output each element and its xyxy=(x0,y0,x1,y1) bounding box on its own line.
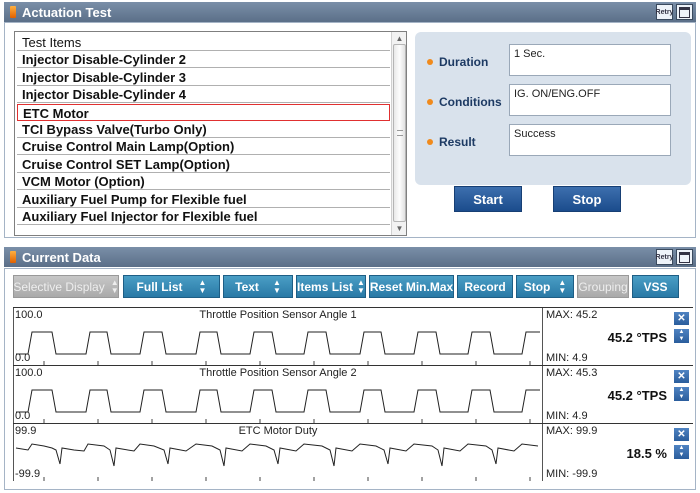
current-value: 18.5 % xyxy=(626,446,667,461)
spinner-icon: ▲ ▼ xyxy=(272,277,281,295)
test-items-list[interactable]: Test Items Injector Disable-Cylinder 2 I… xyxy=(14,31,407,236)
spinner-icon: ▲ ▼ xyxy=(357,277,365,295)
close-icon[interactable]: ✕ xyxy=(674,312,689,325)
duration-label: Duration xyxy=(427,55,488,69)
graph-area: 100.0 Throttle Position Sensor Angle 2 0… xyxy=(13,366,541,423)
graph-row-etc-duty: 99.9 ETC Motor Duty -99.9 MAX: 99.9 18.5… xyxy=(13,423,693,481)
min-value: MIN: 4.9 xyxy=(546,352,588,364)
scrollbar-thumb[interactable] xyxy=(393,44,406,222)
scroll-up-icon[interactable]: ▲ xyxy=(394,33,405,44)
current-data-panel: Selective Display ▲ ▼ Full List ▲ ▼ Text ▲ ▼ I… xyxy=(4,268,696,490)
graph-ymin: 0.0 xyxy=(15,352,31,364)
graph-title: Throttle Position Sensor Angle 2 xyxy=(199,367,357,379)
graph-area: 99.9 ETC Motor Duty -99.9 xyxy=(13,424,541,481)
updown-icon[interactable]: ▲ ▼ xyxy=(674,329,689,343)
list-item[interactable]: Injector Disable-Cylinder 4 xyxy=(17,86,390,104)
graph-title: ETC Motor Duty xyxy=(238,425,318,437)
conditions-label: Conditions xyxy=(427,95,502,109)
list-item[interactable]: Auxiliary Fuel Pump for Flexible fuel xyxy=(17,191,390,208)
current-value: 45.2 °TPS xyxy=(607,388,667,403)
reset-minmax-button[interactable]: Reset Min.Max xyxy=(369,275,454,298)
graph-side-panel: MAX: 99.9 18.5 % MIN: -99.9 ✕ ▲ ▼ xyxy=(542,424,693,481)
actuation-title-bar: Actuation Test Retry xyxy=(4,2,696,22)
graph-area: 100.0 Throttle Position Sensor Angle 1 0… xyxy=(13,308,541,365)
stop-button[interactable]: Stop xyxy=(553,186,621,212)
actuation-title: Actuation Test xyxy=(22,4,112,20)
text-button[interactable]: Text ▲ ▼ xyxy=(223,275,293,298)
graph-row-tps1: 100.0 Throttle Position Sensor Angle 1 0… xyxy=(13,307,693,365)
list-item[interactable]: Cruise Control Main Lamp(Option) xyxy=(17,138,390,156)
list-item[interactable]: TCI Bypass Valve(Turbo Only) xyxy=(17,121,390,138)
record-button[interactable]: Record xyxy=(457,275,513,298)
selective-display-button[interactable]: Selective Display ▲ ▼ xyxy=(13,275,119,298)
updown-icon[interactable]: ▲ ▼ xyxy=(674,387,689,401)
current-data-title-bar: Current Data Retry xyxy=(4,247,696,267)
items-list-button[interactable]: Items List ▲ ▼ xyxy=(296,275,366,298)
max-value: MAX: 45.3 xyxy=(546,367,598,379)
spinner-icon: ▲ ▼ xyxy=(110,277,119,295)
stop-data-button[interactable]: Stop ▲ ▼ xyxy=(516,275,574,298)
list-scrollbar[interactable]: ▲ ▼ xyxy=(391,32,406,235)
retry-label: Retry xyxy=(655,8,674,16)
graph-ymin: -99.9 xyxy=(15,468,41,480)
full-list-button[interactable]: Full List ▲ ▼ xyxy=(123,275,220,298)
panel-flag-icon xyxy=(10,6,16,18)
close-icon[interactable]: ✕ xyxy=(674,428,689,441)
list-item[interactable]: Auxiliary Fuel Injector for Flexible fue… xyxy=(17,208,390,225)
list-item[interactable]: Cruise Control SET Lamp(Option) xyxy=(17,156,390,173)
close-icon[interactable]: ✕ xyxy=(674,370,689,383)
graph-ymin: 0.0 xyxy=(15,410,31,422)
scroll-down-icon[interactable]: ▼ xyxy=(394,223,405,234)
graph-side-panel: MAX: 45.2 45.2 °TPS MIN: 4.9 ✕ ▲ ▼ xyxy=(542,308,693,365)
duration-value: 1 Sec. xyxy=(509,44,671,76)
graph-row-tps2: 100.0 Throttle Position Sensor Angle 2 0… xyxy=(13,365,693,423)
conditions-value: IG. ON/ENG.OFF xyxy=(509,84,671,116)
panel-flag-icon xyxy=(10,251,16,263)
bullet-icon xyxy=(427,99,433,105)
retry-icon[interactable]: Retry xyxy=(656,4,673,20)
maximize-icon[interactable] xyxy=(676,4,693,20)
bullet-icon xyxy=(427,59,433,65)
retry-label: Retry xyxy=(655,253,674,261)
grouping-button[interactable]: Grouping xyxy=(577,275,629,298)
graph-title: Throttle Position Sensor Angle 1 xyxy=(199,309,357,321)
actuation-panel: Test Items Injector Disable-Cylinder 2 I… xyxy=(4,22,696,238)
min-value: MIN: 4.9 xyxy=(546,410,588,422)
status-box: Duration 1 Sec. Conditions IG. ON/ENG.OF… xyxy=(415,32,691,185)
list-item[interactable]: VCM Motor (Option) xyxy=(17,173,390,191)
current-value: 45.2 °TPS xyxy=(607,330,667,345)
list-header: Test Items xyxy=(17,34,390,51)
graph-side-panel: MAX: 45.3 45.2 °TPS MIN: 4.9 ✕ ▲ ▼ xyxy=(542,366,693,423)
updown-icon[interactable]: ▲ ▼ xyxy=(674,445,689,459)
list-item-selected[interactable]: ETC Motor xyxy=(17,103,390,121)
start-button[interactable]: Start xyxy=(454,186,522,212)
min-value: MIN: -99.9 xyxy=(546,468,598,480)
maximize-icon[interactable] xyxy=(676,249,693,265)
max-value: MAX: 45.2 xyxy=(546,309,598,321)
max-value: MAX: 99.9 xyxy=(546,425,598,437)
current-data-title: Current Data xyxy=(22,249,101,265)
list-item[interactable]: Injector Disable-Cylinder 3 xyxy=(17,69,390,86)
bullet-icon xyxy=(427,139,433,145)
retry-icon[interactable]: Retry xyxy=(656,249,673,265)
result-value: Success xyxy=(509,124,671,156)
vss-button[interactable]: VSS xyxy=(632,275,679,298)
list-item[interactable]: Injector Disable-Cylinder 2 xyxy=(17,51,390,69)
spinner-icon: ▲ ▼ xyxy=(198,277,207,295)
spinner-icon: ▲ ▼ xyxy=(558,277,567,295)
result-label: Result xyxy=(427,135,476,149)
